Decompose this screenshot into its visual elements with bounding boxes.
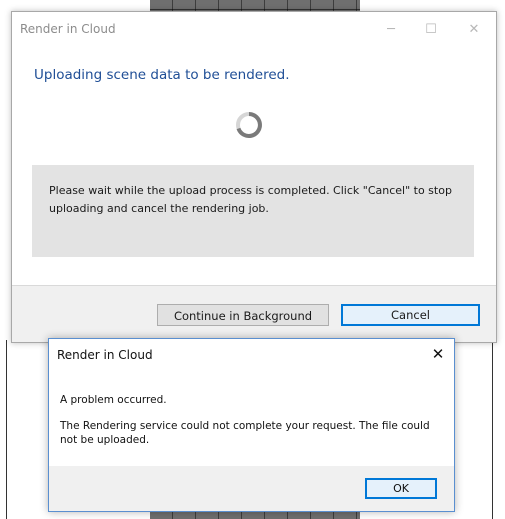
close-icon[interactable]: ✕ [427, 343, 449, 365]
cancel-button[interactable]: Cancel [341, 304, 480, 326]
continue-in-background-button[interactable]: Continue in Background [157, 304, 329, 326]
background-edge-line [492, 340, 493, 519]
title-bar[interactable]: Render in Cloud ─ ☐ ✕ [12, 12, 496, 48]
upload-heading: Uploading scene data to be rendered. [34, 67, 290, 83]
message-panel: Please wait while the upload process is … [32, 165, 474, 257]
background-edge-line [6, 340, 7, 519]
minimize-icon[interactable]: ─ [376, 19, 406, 41]
close-icon[interactable]: ✕ [459, 19, 489, 41]
maximize-icon[interactable]: ☐ [416, 19, 446, 41]
error-summary: A problem occurred. [60, 394, 167, 406]
error-detail: The Rendering service could not complete… [60, 420, 430, 446]
error-dialog-title: Render in Cloud [57, 348, 153, 362]
loading-spinner-icon [236, 112, 262, 138]
upload-progress-dialog: Render in Cloud ─ ☐ ✕ Uploading scene da… [11, 11, 497, 343]
dialog-title: Render in Cloud [20, 22, 116, 36]
ok-button[interactable]: OK [365, 478, 437, 499]
upload-message: Please wait while the upload process is … [49, 184, 452, 215]
error-dialog: Render in Cloud ✕ A problem occurred. Th… [48, 338, 455, 512]
